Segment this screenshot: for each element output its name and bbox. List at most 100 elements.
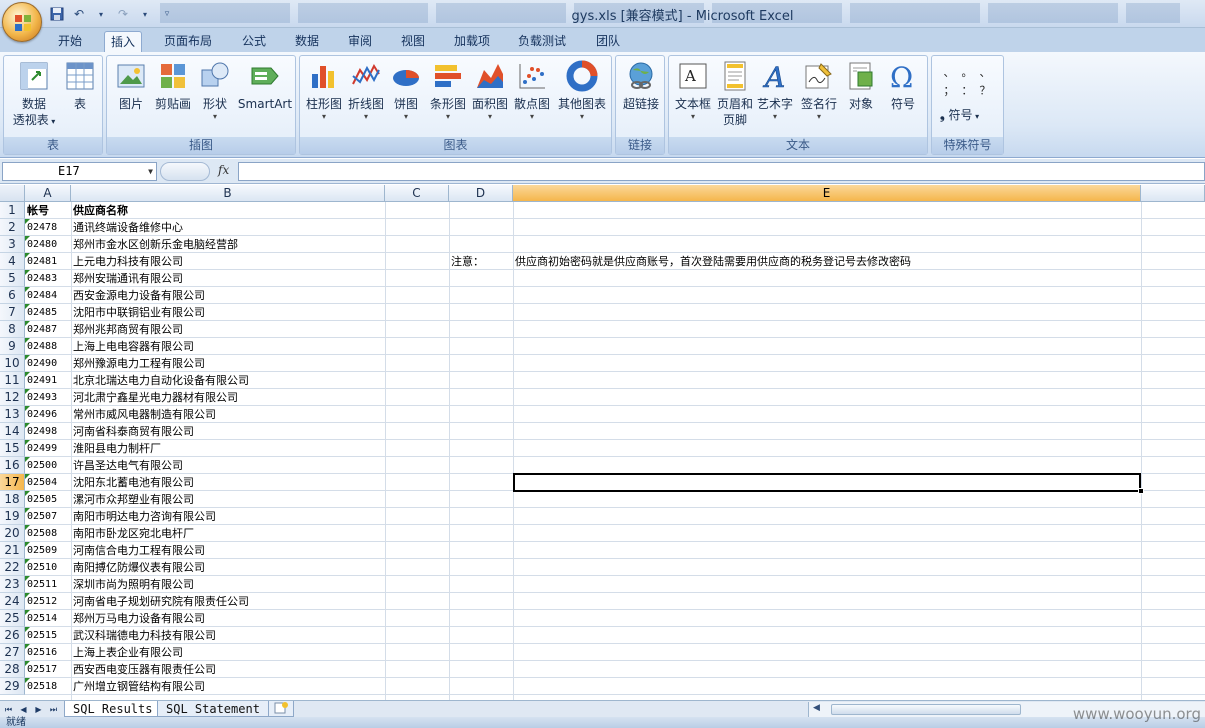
cell-e4[interactable]: 供应商初始密码就是供应商账号，首次登陆需要用供应商的税务登记号去修改密码: [513, 253, 1141, 270]
cell-a2[interactable]: 02478: [25, 219, 71, 236]
cell-b29[interactable]: 广州增立钢管结构有限公司: [71, 678, 385, 695]
column-header-e[interactable]: E: [513, 185, 1141, 202]
table-button[interactable]: 表: [62, 60, 98, 112]
insert-sheet-icon[interactable]: [268, 701, 294, 717]
smartart-button[interactable]: SmartArt: [235, 60, 295, 112]
row-header[interactable]: 8: [0, 321, 25, 338]
symbol-button[interactable]: Ω 符号: [883, 60, 923, 112]
cell-b25[interactable]: 郑州万马电力设备有限公司: [71, 610, 385, 627]
bar-chart-button[interactable]: 条形图 ▾: [428, 60, 468, 122]
cell-a3[interactable]: 02480: [25, 236, 71, 253]
cell-b16[interactable]: 许昌圣达电气有限公司: [71, 457, 385, 474]
row-header[interactable]: 15: [0, 440, 25, 457]
symbol-item[interactable]: ；: [940, 82, 958, 100]
tab-team[interactable]: 团队: [590, 31, 626, 52]
row-header[interactable]: 29: [0, 678, 25, 695]
sheet-tab-sql-results[interactable]: SQL Results: [64, 701, 162, 717]
cell-a4[interactable]: 02481: [25, 253, 71, 270]
tab-insert[interactable]: 插入: [104, 31, 143, 52]
row-header[interactable]: 18: [0, 491, 25, 508]
scroll-left-icon[interactable]: ◀: [813, 703, 820, 713]
cell-b4[interactable]: 上元电力科技有限公司: [71, 253, 385, 270]
pivot-table-button[interactable]: 数据 透视表 ▾: [8, 60, 60, 130]
last-sheet-icon[interactable]: ⏭: [47, 703, 60, 716]
cell-b12[interactable]: 河北肃宁鑫星光电力器材有限公司: [71, 389, 385, 406]
row-header[interactable]: 10: [0, 355, 25, 372]
hyperlink-button[interactable]: 超链接: [618, 60, 664, 112]
column-header-c[interactable]: C: [385, 185, 449, 202]
cell-b7[interactable]: 沈阳市中联铜铝业有限公司: [71, 304, 385, 321]
active-cell-e17[interactable]: [513, 473, 1141, 492]
cell-b22[interactable]: 南阳搏亿防爆仪表有限公司: [71, 559, 385, 576]
cell-a15[interactable]: 02499: [25, 440, 71, 457]
cell-b9[interactable]: 上海上电电容器有限公司: [71, 338, 385, 355]
cell-b26[interactable]: 武汉科瑞德电力科技有限公司: [71, 627, 385, 644]
cell-b21[interactable]: 河南信合电力工程有限公司: [71, 542, 385, 559]
cell-b24[interactable]: 河南省电子规划研究院有限责任公司: [71, 593, 385, 610]
cell-a23[interactable]: 02511: [25, 576, 71, 593]
tab-home[interactable]: 开始: [52, 31, 88, 52]
row-header[interactable]: 4: [0, 253, 25, 270]
cell-d4[interactable]: 注意：: [449, 253, 513, 270]
object-button[interactable]: 对象: [843, 60, 879, 112]
symbol-item[interactable]: ？: [976, 82, 994, 100]
symbol-item[interactable]: 。: [958, 64, 976, 82]
shapes-button[interactable]: 形状 ▾: [197, 60, 233, 122]
fill-handle[interactable]: [1138, 488, 1144, 494]
cell-b14[interactable]: 河南省科泰商贸有限公司: [71, 423, 385, 440]
symbol-item[interactable]: 、: [976, 64, 994, 82]
row-header[interactable]: 20: [0, 525, 25, 542]
cell-b20[interactable]: 南阳市卧龙区宛北电杆厂: [71, 525, 385, 542]
row-header[interactable]: 14: [0, 423, 25, 440]
cell-a18[interactable]: 02505: [25, 491, 71, 508]
textbox-button[interactable]: A 文本框 ▾: [671, 60, 715, 122]
cell-a9[interactable]: 02488: [25, 338, 71, 355]
scatter-chart-button[interactable]: 散点图 ▾: [512, 60, 552, 122]
cell-a14[interactable]: 02498: [25, 423, 71, 440]
tab-formulas[interactable]: 公式: [236, 31, 272, 52]
office-button[interactable]: [2, 2, 42, 42]
first-sheet-icon[interactable]: ⏮: [2, 703, 15, 716]
row-header[interactable]: 16: [0, 457, 25, 474]
row-header[interactable]: 24: [0, 593, 25, 610]
next-sheet-icon[interactable]: ▶: [32, 703, 45, 716]
special-symbol-button[interactable]: ❟ 符号 ▾: [940, 106, 979, 123]
header-footer-button[interactable]: 页眉和 页脚: [715, 60, 755, 128]
symbol-item[interactable]: 、: [940, 64, 958, 82]
cell-a16[interactable]: 02500: [25, 457, 71, 474]
cell-a21[interactable]: 02509: [25, 542, 71, 559]
cell-b27[interactable]: 上海上表企业有限公司: [71, 644, 385, 661]
chevron-down-icon[interactable]: ▼: [148, 163, 153, 180]
cell-b10[interactable]: 郑州豫源电力工程有限公司: [71, 355, 385, 372]
picture-button[interactable]: 图片: [111, 60, 151, 112]
row-header[interactable]: 3: [0, 236, 25, 253]
cell-a19[interactable]: 02507: [25, 508, 71, 525]
row-header[interactable]: 23: [0, 576, 25, 593]
cell-a22[interactable]: 02510: [25, 559, 71, 576]
row-header[interactable]: 17: [0, 474, 25, 491]
tab-data[interactable]: 数据: [289, 31, 325, 52]
cell-b17[interactable]: 沈阳东北蓄电池有限公司: [71, 474, 385, 491]
tab-page-layout[interactable]: 页面布局: [158, 31, 218, 52]
worksheet-grid[interactable]: A B C D E 1 帐号 供应商名称 2 02478 通讯终端设备维修中心 3 02480…: [0, 185, 1205, 700]
other-charts-button[interactable]: 其他图表 ▾: [554, 60, 610, 122]
formula-input[interactable]: [238, 162, 1205, 181]
cell-a7[interactable]: 02485: [25, 304, 71, 321]
cell-a6[interactable]: 02484: [25, 287, 71, 304]
row-header[interactable]: 11: [0, 372, 25, 389]
column-chart-button[interactable]: 柱形图 ▾: [302, 60, 346, 122]
cell-b11[interactable]: 北京北瑞达电力自动化设备有限公司: [71, 372, 385, 389]
sheet-tab-sql-statement[interactable]: SQL Statement: [157, 701, 269, 717]
row-header[interactable]: 25: [0, 610, 25, 627]
cell-a13[interactable]: 02496: [25, 406, 71, 423]
cell-a1[interactable]: 帐号: [25, 202, 71, 219]
row-header[interactable]: 5: [0, 270, 25, 287]
cell-b13[interactable]: 常州市威风电器制造有限公司: [71, 406, 385, 423]
tab-addins[interactable]: 加载项: [448, 31, 496, 52]
row-header[interactable]: 21: [0, 542, 25, 559]
cell-b8[interactable]: 郑州兆邦商贸有限公司: [71, 321, 385, 338]
cell-a26[interactable]: 02515: [25, 627, 71, 644]
tab-view[interactable]: 视图: [395, 31, 431, 52]
cell-b19[interactable]: 南阳市明达电力咨询有限公司: [71, 508, 385, 525]
signature-line-button[interactable]: 签名行 ▾: [797, 60, 841, 122]
